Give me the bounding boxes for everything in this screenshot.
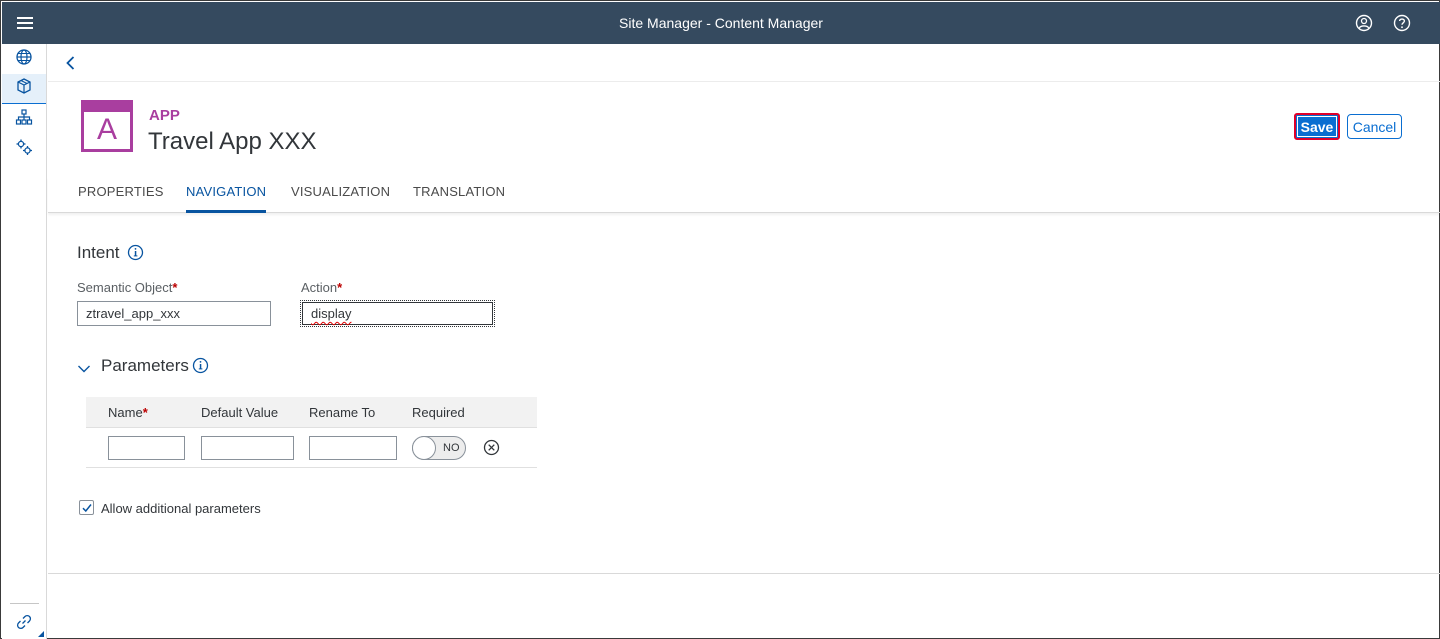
user-profile-icon[interactable]: [1353, 12, 1375, 34]
required-switch[interactable]: NO: [412, 436, 466, 460]
side-navigation: [2, 44, 47, 639]
required-marker: *: [337, 280, 343, 295]
switch-text: NO: [443, 442, 460, 454]
semantic-object-label: Semantic Object*: [77, 280, 177, 295]
help-icon[interactable]: [1391, 12, 1413, 34]
sidenav-separator: [10, 603, 39, 604]
app-window: Site Manager - Content Manager A APP Tra…: [0, 0, 1440, 639]
link-icon: [16, 614, 32, 635]
save-button[interactable]: Save: [1294, 113, 1340, 140]
settings-icon: [15, 138, 33, 161]
action-input[interactable]: display: [300, 300, 495, 327]
sidenav-item-content-manager[interactable]: [2, 74, 46, 104]
semantic-object-label-text: Semantic Object: [77, 280, 173, 295]
chevron-left-icon: [66, 56, 75, 70]
object-type-label: APP: [149, 107, 180, 124]
tab-navigation[interactable]: NAVIGATION: [186, 184, 266, 213]
parameter-rename-to-input[interactable]: [309, 436, 397, 460]
resize-corner: [38, 631, 44, 637]
column-header-default-value: Default Value: [201, 405, 279, 420]
parameters-info-icon[interactable]: [192, 357, 209, 374]
intent-section-title: Intent: [77, 243, 120, 262]
parameter-name-input[interactable]: [108, 436, 185, 460]
required-marker: *: [172, 280, 178, 295]
column-header-required: Required: [412, 405, 465, 420]
column-header-name: Name*: [108, 405, 148, 420]
app-icon-letter: A: [96, 112, 117, 146]
action-label: Action*: [301, 280, 342, 295]
product-icon: [15, 77, 33, 100]
checkmark-icon: [82, 504, 92, 513]
navigation-strip: [48, 44, 1440, 82]
table-header: Name* Default Value Rename To Required: [86, 397, 537, 428]
action-label-text: Action: [301, 280, 338, 295]
shell-bar: Site Manager - Content Manager: [2, 2, 1440, 44]
tab-properties[interactable]: PROPERTIES: [78, 184, 163, 213]
allow-additional-parameters-label: Allow additional parameters: [101, 501, 261, 516]
footer-divider: [48, 573, 1440, 574]
required-marker: *: [142, 405, 148, 420]
column-header-rename-to: Rename To: [309, 405, 376, 420]
back-button[interactable]: [62, 54, 80, 72]
sidenav-item-settings[interactable]: [2, 134, 46, 164]
semantic-object-input[interactable]: ztravel_app_xxx: [77, 301, 271, 326]
parameter-default-value-input[interactable]: [201, 436, 294, 460]
main-content: A APP Travel App XXX Save Cancel PROPERT…: [48, 44, 1440, 639]
sidenav-item-hierarchy[interactable]: [2, 104, 46, 134]
parameters-section-title: Parameters: [101, 356, 189, 375]
delete-row-icon[interactable]: [483, 439, 500, 456]
app-icon: A: [81, 100, 133, 152]
intent-info-icon[interactable]: [127, 244, 144, 261]
shell-title: Site Manager - Content Manager: [619, 15, 823, 31]
table-row: NO: [86, 429, 537, 468]
sidenav-item-sites[interactable]: [2, 44, 46, 74]
page-title: Travel App XXX: [148, 128, 317, 155]
allow-additional-parameters-checkbox[interactable]: [79, 500, 94, 515]
hierarchy-icon: [15, 108, 33, 131]
action-input-value: display: [311, 306, 352, 321]
switch-knob: [412, 436, 436, 460]
cancel-button[interactable]: Cancel: [1347, 114, 1402, 139]
chevron-down-icon[interactable]: [77, 361, 91, 373]
globe-icon: [15, 48, 33, 71]
column-header-name-text: Name: [108, 405, 143, 420]
tab-translation[interactable]: TRANSLATION: [413, 184, 505, 213]
tab-visualization[interactable]: VISUALIZATION: [291, 184, 390, 213]
tab-bar: PROPERTIES NAVIGATION VISUALIZATION TRAN…: [48, 177, 1440, 213]
